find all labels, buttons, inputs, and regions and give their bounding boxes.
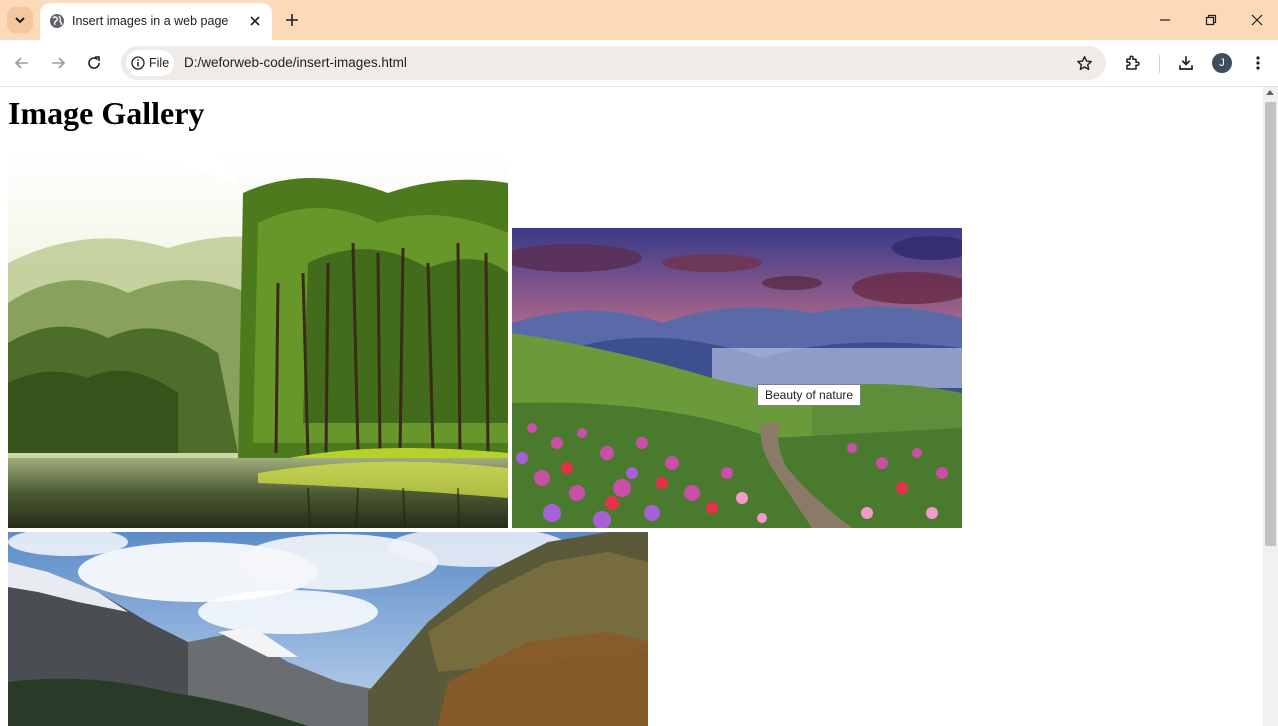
gallery-image-snowy-mountains <box>8 532 648 726</box>
minimize-icon <box>1160 19 1170 21</box>
gallery-image-flower-valley[interactable] <box>512 228 962 528</box>
extensions-button[interactable] <box>1121 51 1145 75</box>
scroll-up-arrow-icon[interactable] <box>1266 90 1274 95</box>
download-icon <box>1179 56 1193 70</box>
star-icon <box>1076 55 1092 70</box>
site-info-label: File <box>149 56 170 70</box>
tab-close-button[interactable] <box>247 13 263 29</box>
forward-button[interactable] <box>44 49 72 77</box>
menu-button[interactable] <box>1246 51 1270 75</box>
bookmark-button[interactable] <box>1074 53 1094 73</box>
toolbar-divider <box>1159 55 1160 73</box>
scroll-thumb[interactable] <box>1265 102 1276 546</box>
chevron-down-icon <box>15 17 25 24</box>
close-window-button[interactable] <box>1234 0 1278 40</box>
puzzle-icon <box>1126 55 1140 70</box>
profile-avatar[interactable]: J <box>1212 53 1232 73</box>
restore-button[interactable] <box>1188 0 1234 40</box>
tab-title: Insert images in a web page <box>72 14 229 28</box>
page-viewport: Image Gallery Beauty of nature <box>0 87 1263 726</box>
arrow-right-icon <box>52 57 66 69</box>
minimize-button[interactable] <box>1142 0 1188 40</box>
browser-toolbar: File D:/weforweb-code/insert-images.html… <box>0 40 1278 87</box>
browser-tab[interactable]: Insert images in a web page <box>40 3 272 40</box>
plus-icon <box>286 14 298 26</box>
flower-valley-picture <box>512 228 962 528</box>
arrow-left-icon <box>14 57 28 69</box>
close-icon <box>250 16 260 26</box>
downloads-button[interactable] <box>1174 51 1198 75</box>
tab-search-button[interactable] <box>7 7 33 33</box>
new-tab-button[interactable] <box>280 8 304 32</box>
forest-lake-picture <box>8 153 508 528</box>
restore-icon <box>1205 14 1217 26</box>
site-info-chip[interactable]: File <box>126 50 174 76</box>
globe-icon <box>50 14 64 28</box>
url-text[interactable]: D:/weforweb-code/insert-images.html <box>184 55 407 70</box>
close-icon <box>1251 14 1263 26</box>
image-tooltip: Beauty of nature <box>757 384 862 406</box>
reload-button[interactable] <box>80 49 108 77</box>
tab-strip: Insert images in a web page <box>0 0 1278 40</box>
back-button[interactable] <box>8 49 36 77</box>
address-bar[interactable]: File D:/weforweb-code/insert-images.html <box>121 46 1106 80</box>
more-vertical-icon <box>1256 56 1260 70</box>
reload-icon <box>88 56 100 69</box>
page-title: Image Gallery <box>8 95 205 131</box>
snowy-mountains-picture <box>8 532 648 726</box>
gallery-image-forest-lake <box>8 153 508 528</box>
page-scrollbar[interactable] <box>1263 87 1278 726</box>
info-icon <box>131 56 145 70</box>
